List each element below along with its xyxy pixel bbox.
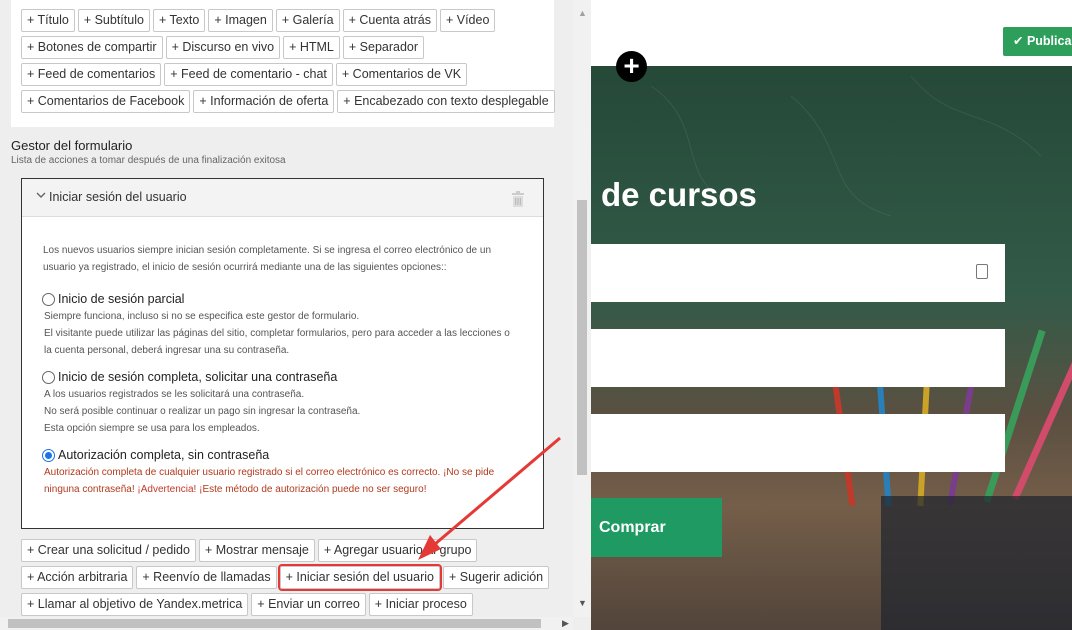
action-buttons-row-3: + Llamar al objetivo de Yandex.metrica +… [21, 593, 473, 616]
desc-line: No será posible continuar o realizar un … [44, 406, 361, 417]
add-suggest-addition-button[interactable]: + Sugerir adición [442, 566, 550, 589]
blocks-palette: + Título + Subtítulo + Texto + Imagen + … [11, 0, 555, 127]
preview-topbar: ✔ Publicar [591, 0, 1072, 66]
blocks-row-1: + Título + Subtítulo + Texto + Imagen + … [21, 9, 496, 32]
add-html-button[interactable]: + HTML [283, 36, 340, 59]
option-full-login-password: Inicio de sesión completa, solicitar una… [42, 368, 532, 437]
action-buttons-row-2: + Acción arbitraria + Reenvío de llamada… [21, 564, 550, 591]
trash-icon[interactable] [511, 191, 525, 207]
intro-line-1: Los nuevos usuarios siempre inician sesi… [43, 245, 492, 256]
add-create-order-button[interactable]: + Crear una solicitud / pedido [21, 539, 196, 562]
add-show-message-button[interactable]: + Mostrar mensaje [198, 539, 315, 562]
buy-button[interactable]: Comprar [591, 498, 722, 557]
radio-password[interactable] [42, 370, 55, 384]
desc-text: ¡Este método de autorización puede no se… [199, 484, 427, 495]
chevron-down-icon[interactable] [36, 190, 46, 203]
add-gallery-button[interactable]: + Galería [275, 9, 340, 32]
scroll-up-arrow-icon[interactable]: ▲ [578, 8, 587, 18]
action-title: Iniciar sesión del usuario [49, 190, 187, 204]
contact-card-icon [976, 264, 988, 279]
horizontal-scrollbar[interactable]: ▶ [0, 617, 573, 630]
add-separator-button[interactable]: + Separador [342, 36, 425, 59]
add-user-to-group-button[interactable]: + Agregar usuario al grupo [317, 539, 478, 562]
editor-panel: + Título + Subtítulo + Texto + Imagen + … [0, 0, 591, 630]
desc-line: Siempre funciona, incluso si no se espec… [44, 311, 360, 322]
add-share-buttons-button[interactable]: + Botones de compartir [21, 36, 163, 59]
action-header[interactable]: Iniciar sesión del usuario [22, 179, 543, 217]
blocks-row-4: + Comentarios de Facebook + Información … [21, 90, 555, 113]
vertical-scrollbar[interactable]: ▲ ▼ [573, 0, 591, 617]
add-title-button[interactable]: + Título [21, 9, 75, 32]
warning-text: ¡Advertencia! [137, 484, 197, 495]
contact-field[interactable] [591, 244, 1005, 302]
blocks-row-3: + Feed de comentarios + Feed de comentar… [21, 63, 468, 86]
option-nopass-label[interactable]: Autorización completa, sin contraseña [58, 448, 269, 462]
login-action-panel: Iniciar sesión del usuario Los nuevos us… [21, 178, 544, 529]
action-intro: Los nuevos usuarios siempre inician sesi… [43, 242, 523, 276]
desc-line-warning: ninguna contraseña! ¡Advertencia! ¡Este … [44, 481, 532, 498]
form-manager-title: Gestor del formulario [11, 138, 133, 153]
form-field-2[interactable] [591, 329, 1005, 387]
scroll-down-arrow-icon[interactable]: ▼ [578, 598, 587, 608]
option-nopass-desc: Autorización completa de cualquier usuar… [44, 464, 532, 498]
add-subtitle-button[interactable]: + Subtítulo [77, 9, 150, 32]
page-preview: ✔ Publicar de cursos Comprar [591, 0, 1072, 630]
add-block-plus-icon[interactable]: + [616, 51, 647, 82]
horizontal-scroll-thumb[interactable] [8, 619, 541, 628]
scroll-right-arrow-icon[interactable]: ▶ [562, 618, 569, 629]
add-yandex-goal-button[interactable]: + Llamar al objetivo de Yandex.metrica [21, 593, 249, 616]
option-password-desc: A los usuarios registrados se les solici… [44, 386, 532, 437]
option-partial-label-row[interactable]: Inicio de sesión parcial [42, 290, 532, 308]
option-password-label[interactable]: Inicio de sesión completa, solicitar una… [58, 370, 337, 384]
blocks-row-2: + Botones de compartir + Discurso en viv… [21, 36, 425, 59]
add-user-login-button[interactable]: + Iniciar sesión del usuario [277, 564, 442, 591]
desc-line: Autorización completa de cualquier usuar… [44, 467, 495, 478]
desc-line: A los usuarios registrados se les solici… [44, 389, 305, 400]
option-full-no-password: Autorización completa, sin contraseña Au… [42, 446, 532, 498]
desc-text: ninguna contraseña! [44, 484, 135, 495]
desc-line: Esta opción siempre se usa para los empl… [44, 423, 260, 434]
add-image-button[interactable]: + Imagen [208, 9, 273, 32]
add-collapsible-header-button[interactable]: + Encabezado con texto desplegable [337, 90, 555, 113]
desc-line: El visitante puede utilizar las páginas … [44, 328, 510, 339]
add-vk-comments-button[interactable]: + Comentarios de VK [335, 63, 468, 86]
desc-line: la cuenta personal, deberá ingresar una … [44, 345, 290, 356]
hero-title: de cursos [601, 176, 757, 213]
option-partial-login: Inicio de sesión parcial Siempre funcion… [42, 290, 532, 359]
add-live-speech-button[interactable]: + Discurso en vivo [165, 36, 281, 59]
add-send-email-button[interactable]: + Enviar un correo [251, 593, 366, 616]
add-comments-feed-button[interactable]: + Feed de comentarios [21, 63, 162, 86]
add-offer-info-button[interactable]: + Información de oferta [193, 90, 335, 113]
option-password-label-row[interactable]: Inicio de sesión completa, solicitar una… [42, 368, 532, 386]
intro-line-2: usuario ya registrado, el inicio de sesi… [43, 262, 447, 273]
radio-no-password[interactable] [42, 448, 55, 462]
publish-button[interactable]: ✔ Publicar [1003, 27, 1072, 56]
add-start-process-button[interactable]: + Iniciar proceso [368, 593, 473, 616]
add-video-button[interactable]: + Vídeo [439, 9, 496, 32]
action-buttons-row-1: + Crear una solicitud / pedido + Mostrar… [21, 539, 478, 562]
add-call-forwarding-button[interactable]: + Reenvío de llamadas [136, 566, 277, 589]
add-custom-action-button[interactable]: + Acción arbitraria [21, 566, 134, 589]
option-partial-desc: Siempre funciona, incluso si no se espec… [44, 308, 532, 359]
form-manager-subtitle: Lista de acciones a tomar después de una… [11, 155, 286, 166]
add-countdown-button[interactable]: + Cuenta atrás [342, 9, 437, 32]
form-field-3[interactable] [591, 414, 1005, 472]
option-partial-label[interactable]: Inicio de sesión parcial [58, 292, 184, 306]
option-nopass-label-row[interactable]: Autorización completa, sin contraseña [42, 446, 532, 464]
add-comments-chat-button[interactable]: + Feed de comentario - chat [164, 63, 333, 86]
vertical-scroll-thumb[interactable] [577, 200, 587, 475]
add-text-button[interactable]: + Texto [152, 9, 206, 32]
add-facebook-comments-button[interactable]: + Comentarios de Facebook [21, 90, 191, 113]
radio-partial[interactable] [42, 292, 55, 306]
